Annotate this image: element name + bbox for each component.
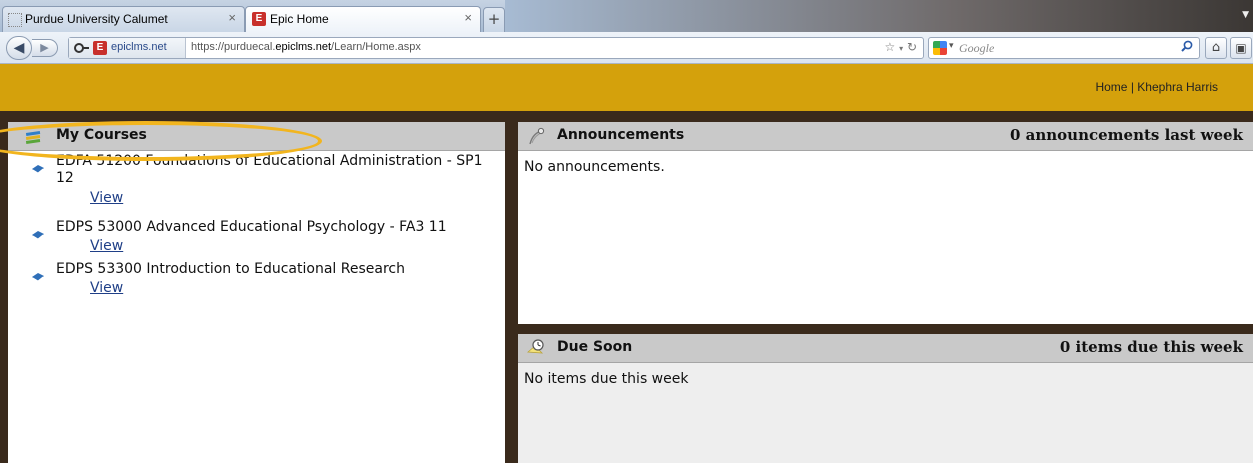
address-bar[interactable]: E epiclms.net https://purduecal.epiclms.… bbox=[68, 37, 924, 59]
tab-strip: Purdue University Calumet × E Epic Home … bbox=[0, 0, 1253, 32]
close-icon[interactable]: × bbox=[464, 10, 472, 25]
lock-icon bbox=[74, 41, 90, 55]
tab-list-icon[interactable]: ▼ bbox=[1242, 10, 1249, 20]
due-empty-text: No items due this week bbox=[524, 371, 689, 387]
panel-title: My Courses bbox=[56, 127, 147, 143]
separator: | bbox=[1130, 80, 1134, 94]
google-icon[interactable] bbox=[933, 41, 947, 55]
new-tab-button[interactable]: + bbox=[483, 7, 505, 32]
home-link[interactable]: Home bbox=[1095, 80, 1127, 94]
back-forward-group: ◀ ▶ bbox=[6, 36, 62, 60]
epic-favicon-icon: E bbox=[252, 12, 266, 26]
epic-favicon-icon: E bbox=[93, 41, 107, 55]
close-icon[interactable]: × bbox=[228, 10, 236, 25]
course-name: EDPS 53300 Introduction to Educational R… bbox=[56, 261, 405, 277]
view-link[interactable]: View bbox=[90, 238, 123, 254]
panel-header: Due Soon 0 items due this week bbox=[518, 334, 1253, 363]
window-titlebar: ▼ bbox=[505, 0, 1253, 32]
tab-purdue-calumet[interactable]: Purdue University Calumet × bbox=[2, 6, 245, 32]
tab-epic-home[interactable]: E Epic Home × bbox=[245, 6, 481, 32]
reload-icon[interactable]: ↻ bbox=[907, 40, 917, 54]
panel-header: Announcements 0 announcements last week bbox=[518, 122, 1253, 151]
clock-icon bbox=[526, 338, 546, 358]
search-input[interactable]: Google bbox=[959, 41, 994, 56]
home-icon[interactable]: ⌂ bbox=[1205, 37, 1227, 59]
identity-label: epiclms.net bbox=[111, 41, 167, 53]
announcements-panel: Announcements 0 announcements last week … bbox=[518, 122, 1253, 324]
forward-icon[interactable]: ▶ bbox=[32, 39, 58, 57]
due-count: 0 items due this week bbox=[1059, 338, 1243, 356]
chevron-down-icon[interactable]: ▾ bbox=[949, 41, 954, 51]
url-domain: epiclms.net bbox=[275, 41, 332, 53]
panel-header: My Courses bbox=[8, 122, 505, 151]
tab-label: Purdue University Calumet bbox=[25, 12, 168, 26]
view-link[interactable]: View bbox=[90, 190, 123, 206]
announcement-count: 0 announcements last week bbox=[1009, 126, 1243, 144]
user-name-link[interactable]: Khephra Harris bbox=[1137, 80, 1218, 94]
book-icon bbox=[32, 266, 44, 282]
pushpin-icon bbox=[526, 127, 546, 147]
my-courses-panel: My Courses EDFA 51200 Foundations of Edu… bbox=[8, 122, 505, 463]
course-name: EDPS 53000 Advanced Educational Psycholo… bbox=[56, 219, 447, 235]
course-name: EDFA 51200 Foundations of Educational Ad… bbox=[56, 153, 483, 186]
user-links: Home | Khephra Harris bbox=[1095, 80, 1218, 94]
search-bar[interactable]: ▾ Google bbox=[928, 37, 1200, 59]
star-icon[interactable]: ☆ bbox=[885, 40, 896, 54]
back-icon[interactable]: ◀ bbox=[6, 36, 32, 60]
book-icon bbox=[32, 224, 44, 240]
panel-title: Due Soon bbox=[557, 339, 633, 355]
url-text[interactable]: https://purduecal.epiclms.net/Learn/Home… bbox=[191, 41, 421, 53]
view-link[interactable]: View bbox=[90, 280, 123, 296]
url-actions: ☆ ▾ ↻ bbox=[885, 40, 918, 54]
announcements-empty-text: No announcements. bbox=[524, 159, 665, 175]
url-path: /Learn/Home.aspx bbox=[331, 41, 421, 53]
blank-page-icon bbox=[8, 13, 22, 27]
search-icon[interactable] bbox=[1181, 40, 1193, 56]
extension-icon[interactable]: ▣ bbox=[1230, 37, 1252, 59]
dropdown-icon[interactable]: ▾ bbox=[899, 44, 903, 53]
due-soon-panel: Due Soon 0 items due this week No items … bbox=[518, 334, 1253, 463]
url-prefix: https://purduecal. bbox=[191, 41, 276, 53]
book-icon bbox=[32, 158, 44, 174]
navigation-toolbar: ◀ ▶ E epiclms.net https://purduecal.epic… bbox=[0, 32, 1253, 64]
site-identity-button[interactable]: E epiclms.net bbox=[69, 38, 186, 58]
site-header: Home | Khephra Harris bbox=[0, 64, 1253, 111]
books-icon bbox=[25, 129, 41, 145]
tab-label: Epic Home bbox=[270, 12, 329, 26]
panel-title: Announcements bbox=[557, 127, 685, 143]
